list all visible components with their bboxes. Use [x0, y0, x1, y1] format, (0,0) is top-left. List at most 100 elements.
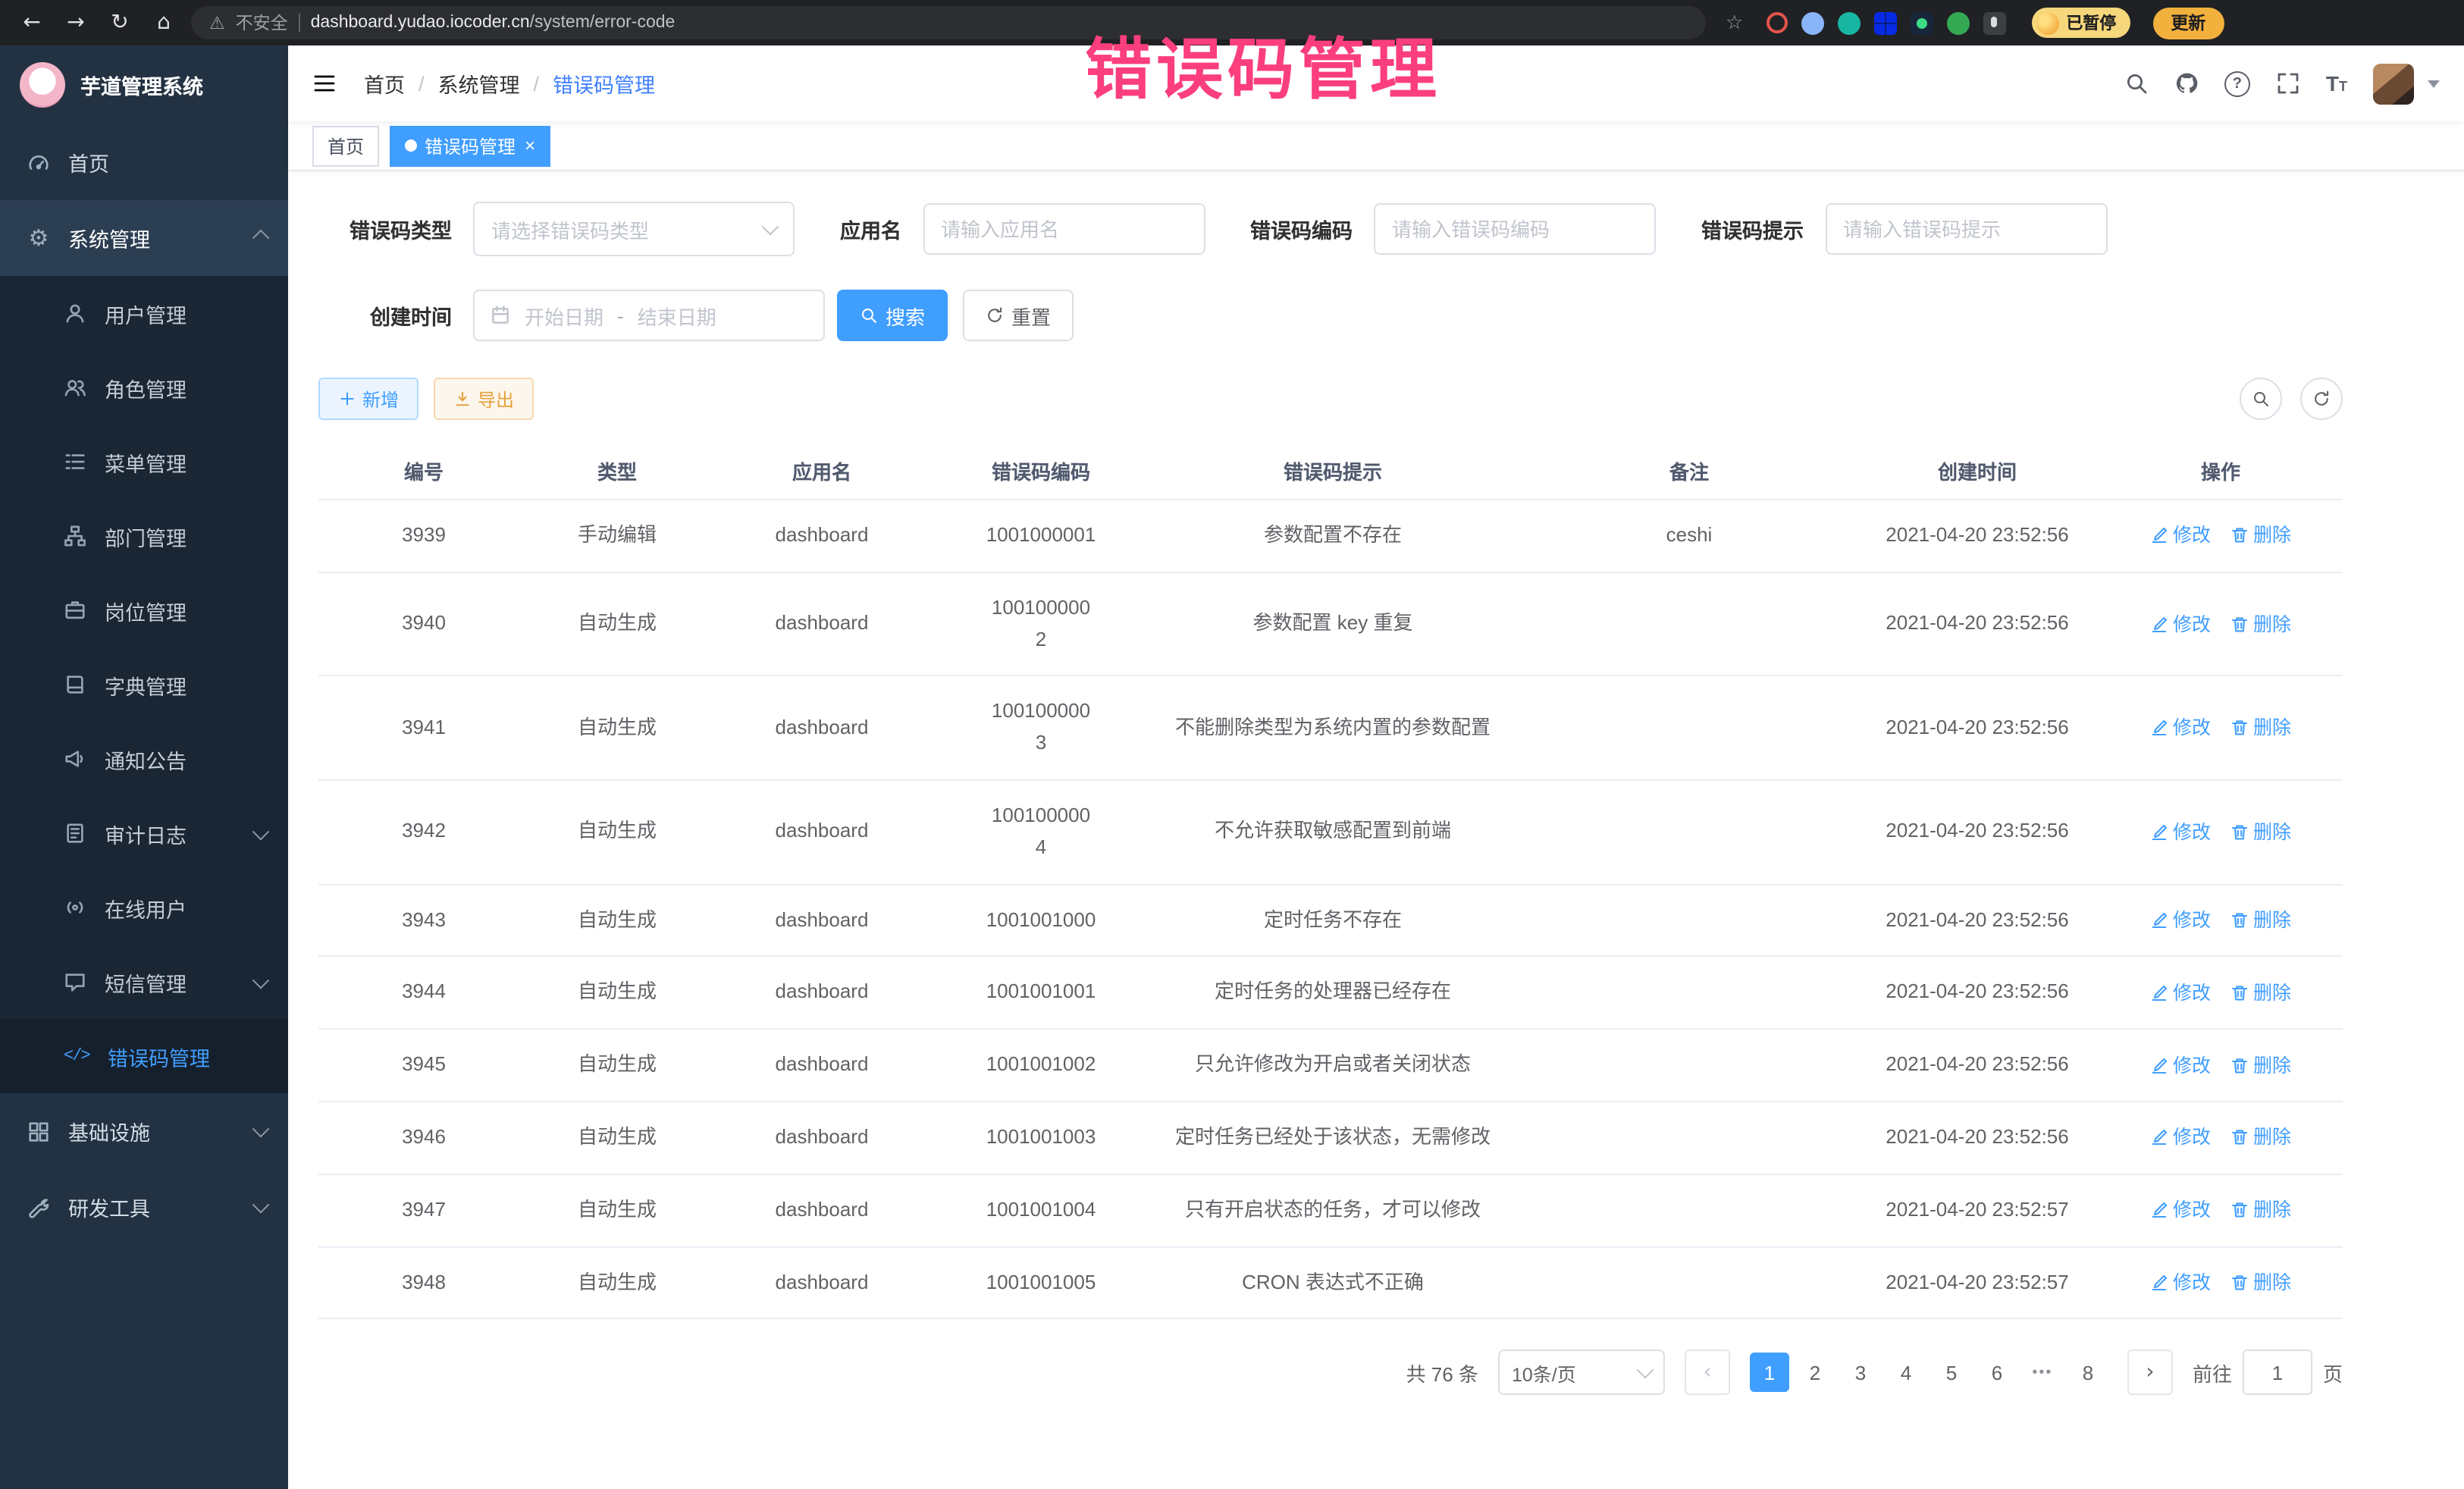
- goto-page-input[interactable]: [2243, 1350, 2312, 1396]
- delete-button[interactable]: 删除: [2230, 817, 2291, 848]
- sidebar-item-dictionary[interactable]: 字典管理: [0, 647, 288, 722]
- sidebar-item-departments[interactable]: 部门管理: [0, 499, 288, 573]
- edit-button[interactable]: 修改: [2150, 1195, 2211, 1225]
- forward-icon[interactable]: →: [59, 6, 92, 39]
- security-label[interactable]: 不安全: [236, 11, 288, 35]
- delete-button[interactable]: 删除: [2230, 1268, 2291, 1298]
- pin-extension-icon[interactable]: [1983, 11, 2005, 34]
- refresh-table-button[interactable]: [2300, 378, 2343, 420]
- app-logo[interactable]: 芋道管理系统: [0, 45, 288, 124]
- page-button[interactable]: 6: [1977, 1353, 2017, 1393]
- blue-extension-icon[interactable]: [1801, 11, 1823, 34]
- edit-button[interactable]: 修改: [2150, 817, 2211, 848]
- sidebar-item-menus[interactable]: 菜单管理: [0, 425, 288, 499]
- tags-view: 首页 错误码管理 ×: [288, 121, 2464, 171]
- page-size-select[interactable]: 10条/页: [1498, 1350, 1665, 1396]
- edit-button[interactable]: 修改: [2150, 521, 2211, 551]
- error-code-table: 编号 类型 应用名 错误码编码 错误码提示 备注 创建时间 操作 3939 手动…: [318, 441, 2343, 1320]
- app-name-input[interactable]: [923, 203, 1205, 255]
- show-search-button[interactable]: [2240, 378, 2282, 420]
- start-date-placeholder[interactable]: 开始日期: [525, 301, 603, 330]
- sidebar-item-roles[interactable]: 角色管理: [0, 350, 288, 425]
- bookmark-star-icon[interactable]: ☆: [1726, 11, 1743, 34]
- page-button[interactable]: 5: [1932, 1353, 1971, 1393]
- fullscreen-icon[interactable]: [2276, 71, 2300, 96]
- url-text[interactable]: dashboard.yudao.iocoder.cn/system/error-…: [311, 14, 676, 32]
- github-icon[interactable]: [2174, 71, 2199, 96]
- sidebar-item-notices[interactable]: 通知公告: [0, 722, 288, 796]
- delete-button[interactable]: 删除: [2230, 905, 2291, 936]
- profile-paused-chip[interactable]: 已暂停: [2031, 8, 2130, 38]
- prev-page-button[interactable]: ‹: [1685, 1350, 1730, 1396]
- error-type-select[interactable]: 请选择错误码类型: [473, 202, 795, 256]
- help-icon[interactable]: ?: [2224, 71, 2250, 96]
- delete-button[interactable]: 删除: [2230, 1195, 2291, 1225]
- back-icon[interactable]: ←: [15, 6, 49, 39]
- error-code-input[interactable]: [1374, 203, 1656, 255]
- date-range-picker[interactable]: 开始日期 - 结束日期: [473, 290, 825, 341]
- teal-extension-icon[interactable]: [1837, 11, 1860, 34]
- trash-icon: [2230, 984, 2249, 1002]
- sidebar: 芋道管理系统 首页 ⚙ 系统管理 用户管理 角色管理: [0, 45, 288, 1489]
- error-message-input[interactable]: [1825, 203, 2107, 255]
- user-avatar[interactable]: [2373, 63, 2414, 104]
- page-button[interactable]: 2: [1795, 1353, 1835, 1393]
- export-button[interactable]: 导出: [434, 378, 534, 420]
- reload-icon[interactable]: ↻: [103, 6, 136, 39]
- sidebar-item-sms[interactable]: 短信管理: [0, 945, 288, 1019]
- sidebar-item-online-users[interactable]: 在线用户: [0, 870, 288, 945]
- page-button[interactable]: 3: [1841, 1353, 1880, 1393]
- next-page-button[interactable]: ›: [2127, 1350, 2173, 1396]
- delete-button[interactable]: 删除: [2230, 609, 2291, 639]
- grid-extension-icon[interactable]: [1873, 11, 1896, 34]
- page-button[interactable]: 1: [1750, 1353, 1789, 1393]
- delete-button[interactable]: 删除: [2230, 1050, 2291, 1080]
- update-button[interactable]: 更新: [2152, 7, 2224, 39]
- sidebar-item-positions[interactable]: 岗位管理: [0, 573, 288, 647]
- edit-button[interactable]: 修改: [2150, 713, 2211, 743]
- hamburger-icon[interactable]: [312, 71, 337, 96]
- edit-button[interactable]: 修改: [2150, 609, 2211, 639]
- breadcrumb-home[interactable]: 首页: [364, 68, 405, 99]
- address-bar[interactable]: ⚠ 不安全 dashboard.yudao.iocoder.cn/system/…: [191, 6, 1706, 39]
- delete-button[interactable]: 删除: [2230, 1123, 2291, 1153]
- tag-home[interactable]: 首页: [312, 125, 379, 166]
- page-button[interactable]: 4: [1886, 1353, 1926, 1393]
- font-size-icon[interactable]: TT: [2326, 73, 2347, 94]
- code-icon: </>: [64, 1047, 89, 1065]
- green-extension-icon[interactable]: [1946, 11, 1969, 34]
- sidebar-item-system[interactable]: ⚙ 系统管理: [0, 200, 288, 276]
- end-date-placeholder[interactable]: 结束日期: [638, 301, 716, 330]
- edit-button[interactable]: 修改: [2150, 1050, 2211, 1080]
- avatar-caret-icon[interactable]: [2428, 80, 2440, 87]
- home-icon[interactable]: ⌂: [147, 6, 180, 39]
- edit-button[interactable]: 修改: [2150, 905, 2211, 936]
- sidebar-item-users[interactable]: 用户管理: [0, 276, 288, 350]
- sidebar-item-audit-log[interactable]: 审计日志: [0, 796, 288, 870]
- delete-button[interactable]: 删除: [2230, 978, 2291, 1008]
- edit-button[interactable]: 修改: [2150, 1123, 2211, 1153]
- edit-button[interactable]: 修改: [2150, 978, 2211, 1008]
- book-icon: [64, 673, 86, 696]
- megaphone-icon: [64, 748, 86, 770]
- chevron-down-icon: [252, 971, 270, 989]
- edit-button[interactable]: 修改: [2150, 1268, 2211, 1298]
- sidebar-item-dev-tools[interactable]: 研发工具: [0, 1169, 288, 1245]
- tag-error-code[interactable]: 错误码管理 ×: [390, 125, 550, 166]
- more-pages-icon[interactable]: •••: [2023, 1353, 2062, 1393]
- delete-button[interactable]: 删除: [2230, 521, 2291, 551]
- sidebar-item-infrastructure[interactable]: 基础设施: [0, 1093, 288, 1169]
- search-icon[interactable]: [2124, 71, 2149, 96]
- record-extension-icon[interactable]: [1766, 12, 1787, 33]
- dark-extension-icon[interactable]: [1910, 11, 1933, 34]
- sidebar-item-error-code[interactable]: </> 错误码管理: [0, 1019, 288, 1093]
- sidebar-item-home[interactable]: 首页: [0, 124, 288, 200]
- page-button[interactable]: 8: [2068, 1353, 2108, 1393]
- close-tag-icon[interactable]: ×: [525, 136, 535, 155]
- add-button[interactable]: 新增: [318, 378, 419, 420]
- search-button[interactable]: 搜索: [837, 290, 948, 341]
- reset-button[interactable]: 重置: [963, 290, 1074, 341]
- delete-button[interactable]: 删除: [2230, 713, 2291, 743]
- breadcrumb-system[interactable]: 系统管理: [438, 68, 520, 99]
- filter-label-code: 错误码编码: [1250, 214, 1353, 244]
